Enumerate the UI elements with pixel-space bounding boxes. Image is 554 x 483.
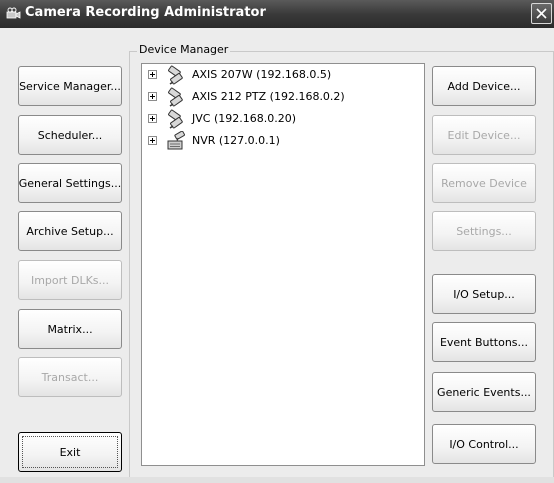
tree-item-jvc[interactable]: JVC (192.168.0.20)	[142, 109, 422, 131]
window-bottom-edge	[0, 477, 554, 483]
device-label: AXIS 207W (192.168.0.5)	[192, 68, 332, 81]
settings-button: Settings...	[432, 211, 536, 251]
tree-item-axis-212-ptz[interactable]: AXIS 212 PTZ (192.168.0.2)	[142, 87, 422, 109]
import-dlks-label: Import DLKs...	[30, 273, 110, 287]
event-buttons-button[interactable]: Event Buttons...	[432, 322, 536, 362]
transact-button: Transact...	[18, 357, 122, 397]
window-title: Camera Recording Administrator	[25, 5, 266, 20]
camera-recording-administrator-window: Camera Recording Administrator Service M…	[0, 0, 554, 483]
tree-item-nvr[interactable]: NVR (127.0.0.1)	[142, 130, 422, 153]
io-setup-button[interactable]: I/O Setup...	[432, 274, 536, 314]
generic-events-label: Generic Events...	[437, 385, 531, 399]
remove-device-label: Remove Device	[441, 176, 527, 190]
scheduler-label: Scheduler...	[37, 128, 103, 142]
camera-device-icon	[167, 87, 187, 107]
edit-device-button: Edit Device...	[432, 115, 536, 155]
matrix-label: Matrix...	[47, 322, 93, 336]
tree-item-axis-207w[interactable]: AXIS 207W (192.168.0.5)	[142, 65, 422, 87]
camera-app-icon	[5, 6, 21, 22]
service-manager-label: Service Manager...	[19, 79, 121, 93]
general-settings-label: General Settings...	[18, 176, 122, 190]
import-dlks-button: Import DLKs...	[18, 260, 122, 300]
expand-plus-icon[interactable]	[148, 70, 157, 79]
device-label: JVC (192.168.0.20)	[192, 112, 297, 125]
expand-plus-icon[interactable]	[148, 136, 157, 145]
title-bar[interactable]: Camera Recording Administrator	[0, 0, 554, 28]
io-control-label: I/O Control...	[449, 437, 519, 451]
device-label: NVR (127.0.0.1)	[192, 134, 280, 147]
io-setup-label: I/O Setup...	[453, 287, 515, 301]
expand-plus-icon[interactable]	[148, 114, 157, 123]
expand-plus-icon[interactable]	[148, 92, 157, 101]
scheduler-button[interactable]: Scheduler...	[18, 115, 122, 155]
transact-label: Transact...	[41, 370, 99, 384]
general-settings-button[interactable]: General Settings...	[18, 163, 122, 203]
nvr-device-icon	[167, 130, 187, 151]
event-buttons-label: Event Buttons...	[439, 335, 529, 349]
archive-setup-button[interactable]: Archive Setup...	[18, 211, 122, 251]
device-label: AXIS 212 PTZ (192.168.0.2)	[192, 90, 345, 103]
camera-device-icon	[167, 109, 187, 129]
add-device-button[interactable]: Add Device...	[432, 66, 536, 106]
service-manager-button[interactable]: Service Manager...	[18, 66, 122, 106]
camera-device-icon	[167, 65, 187, 85]
exit-button[interactable]: Exit	[18, 432, 122, 472]
edit-device-label: Edit Device...	[447, 128, 521, 142]
generic-events-button[interactable]: Generic Events...	[432, 372, 536, 412]
close-icon[interactable]	[531, 3, 552, 24]
device-tree[interactable]: AXIS 207W (192.168.0.5) AXIS 212 PTZ (19…	[141, 63, 425, 466]
archive-setup-label: Archive Setup...	[26, 224, 114, 238]
io-control-button[interactable]: I/O Control...	[432, 424, 536, 464]
add-device-label: Add Device...	[447, 79, 521, 93]
focus-rect	[22, 436, 118, 468]
matrix-button[interactable]: Matrix...	[18, 309, 122, 349]
remove-device-button: Remove Device	[432, 163, 536, 203]
device-manager-title: Device Manager	[137, 43, 231, 56]
settings-label: Settings...	[456, 224, 512, 238]
